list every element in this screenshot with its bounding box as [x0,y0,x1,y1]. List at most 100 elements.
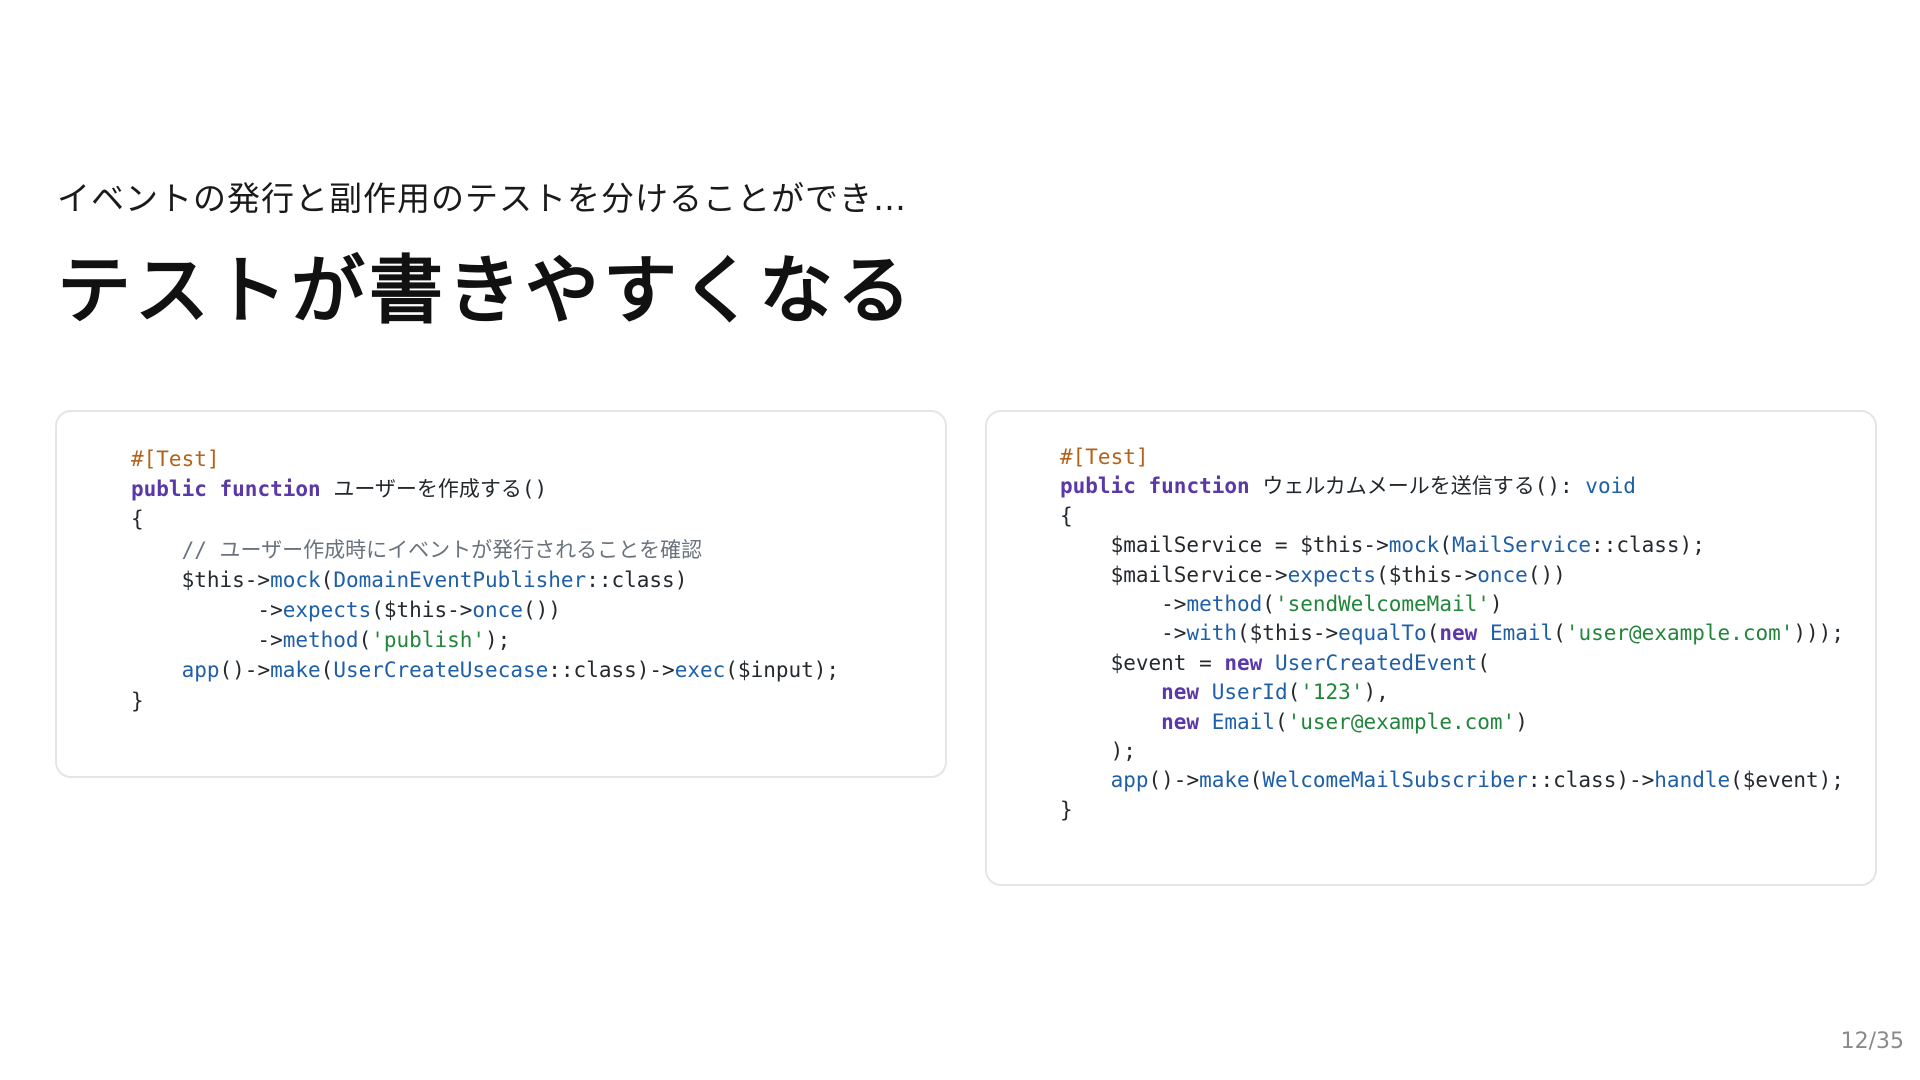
code-text: ( [1249,768,1263,793]
code-text: -> [131,598,283,623]
code-line: { [1060,502,1844,531]
code-left: #[Test] public function ユーザーを作成する() { // ユ… [131,444,839,716]
code-text: { [1060,503,1073,528]
code-method: exec [674,658,726,683]
code-keyword: new [1439,621,1478,646]
code-method: app [1060,768,1149,793]
code-line: $this->mock(DomainEventPublisher::class) [131,565,839,595]
code-method: method [1186,592,1263,617]
code-method: once [472,598,523,623]
code-text: ) [1515,709,1528,734]
code-text: ); [485,628,511,653]
code-text: -> [131,628,283,653]
code-text: -> [1060,592,1187,617]
code-string: 'user@example.com' [1565,621,1794,646]
code-line: ->expects($this->once()) [131,595,839,625]
code-method: expects [282,598,372,623]
code-line: #[Test] [131,444,839,474]
code-keyword: new [1060,680,1200,705]
code-class: Email [1211,709,1275,734]
code-line: } [131,686,839,716]
code-text: ( [1553,621,1566,646]
code-block-left: #[Test] public function ユーザーを作成する() { // ユ… [55,410,947,778]
code-text: ( [1477,650,1490,675]
code-text: ( [1287,680,1301,705]
code-text: ($this-> [1376,562,1478,587]
slide-title: テストが書きやすくなる [57,248,915,334]
code-method: app [131,658,220,683]
code-line: $mailService = $this->mock(MailService::… [1060,531,1844,560]
code-text: $event = [1060,650,1225,675]
code-text: $this-> [131,567,271,592]
code-text: ( [320,658,334,683]
code-method: once [1477,562,1528,587]
code-line: app()->make(UserCreateUsecase::class)->e… [131,655,840,685]
code-text: ))); [1793,621,1844,646]
code-attribute: #[Test] [131,447,220,471]
code-text: ()-> [219,658,271,683]
code-text: ::class)-> [548,658,675,683]
code-class: WelcomeMailSubscriber [1262,768,1528,793]
code-text: ($this-> [371,598,473,623]
code-text: ( [1274,709,1288,734]
code-line: public function ユーザーを作成する() [131,474,839,504]
code-text: -> [1060,621,1187,646]
code-comment: // ユーザー作成時にイベントが発行されることを確認 [131,537,703,562]
code-text: ( [358,628,372,653]
code-line: ->with($this->equalTo(new Email('user@ex… [1060,619,1844,648]
code-keyword: new [1060,709,1200,734]
code-class: Email [1489,621,1554,646]
code-line: } [1060,796,1844,825]
code-class: UserId [1211,680,1288,705]
code-text: ), [1363,680,1389,705]
code-return-type: void [1585,474,1636,499]
code-line: ->method('sendWelcomeMail') [1060,590,1844,619]
code-class: DomainEventPublisher [333,567,587,592]
code-text: ::class) [586,567,688,592]
code-method: method [282,628,359,653]
code-attribute: #[Test] [1060,445,1149,469]
code-method: make [270,658,321,683]
code-line: #[Test] [1060,443,1844,472]
code-function-name: ユーザーを作成する() [333,477,548,502]
code-text: ::class)-> [1527,768,1655,793]
code-function-name: ウェルカムメールを送信する(): [1262,474,1573,499]
code-class: UserCreatedEvent [1274,650,1478,675]
code-line: new UserId('123'), [1060,678,1844,707]
code-line: public function ウェルカムメールを送信する(): void [1060,472,1844,501]
code-keyword: function [219,477,321,502]
code-keyword: public [1060,474,1136,499]
code-string: 'publish' [371,628,486,653]
slide-subtitle: イベントの発行と副作用のテストを分けることができ… [57,179,907,218]
code-line: app()->make(WelcomeMailSubscriber::class… [1060,766,1844,795]
code-class: UserCreateUsecase [333,658,549,683]
code-text: ($input); [725,658,840,683]
code-text: ); [1060,739,1136,764]
code-method: mock [270,567,321,592]
code-text: ::class); [1591,533,1705,558]
code-line: $event = new UserCreatedEvent( [1060,649,1844,678]
code-method: make [1199,768,1250,793]
code-text: ( [1262,592,1275,617]
code-text: ($this-> [1237,621,1339,646]
code-text: $mailService-> [1060,562,1288,587]
code-keyword: public [131,477,207,502]
code-text: ()) [522,598,561,623]
code-method: handle [1654,768,1731,793]
code-line: new Email('user@example.com') [1060,708,1844,737]
code-line: ->method('publish'); [131,625,839,655]
code-line: ); [1060,737,1844,766]
code-class: MailService [1451,533,1592,558]
code-keyword: new [1224,650,1263,675]
code-text: $mailService = $this-> [1060,533,1389,558]
code-text: { [131,507,144,532]
code-string: 'user@example.com' [1287,709,1516,734]
code-line: $mailService->expects($this->once()) [1060,561,1844,590]
code-text: } [1060,797,1073,822]
code-string: '123' [1300,680,1364,705]
code-text: ( [1439,533,1452,558]
code-method: mock [1388,533,1440,558]
code-line: // ユーザー作成時にイベントが発行されることを確認 [131,535,839,565]
code-method: expects [1287,562,1377,587]
code-block-right: #[Test] public function ウェルカムメールを送信する(): … [985,410,1877,886]
